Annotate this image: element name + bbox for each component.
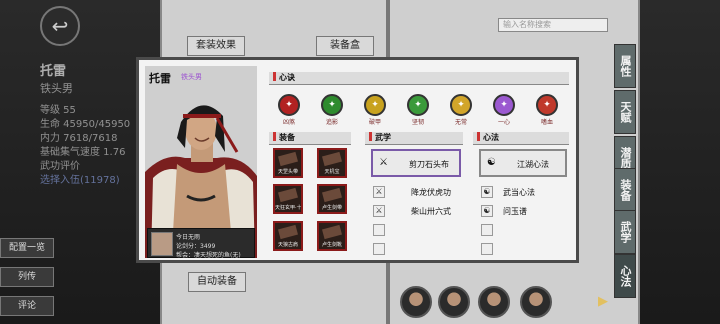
info-line-guild: 帮会：凄天想死的鱼(无) [176,252,241,258]
xinjue-label: 追影 [325,119,338,126]
bg-stat-hp: 生命 45950/45950 [40,119,131,130]
bg-stat-mp: 内力 7618/7618 [40,133,118,144]
equipment-slot[interactable]: 天狼古肩 [273,221,303,251]
equipment-slot[interactable]: 卢生剑带 [317,184,347,214]
xinfa-item[interactable]: 问玉谱 [503,206,527,217]
empty-slot[interactable] [373,224,385,236]
empty-slot[interactable] [481,224,493,236]
character-detail-modal: 托雷 铁头男 今日无雨 论剑分：3499 帮会：凄天想死的鱼(无) 心诀 ✦ 凶煞… [136,57,579,263]
gold-orb-icon: ✦ [364,94,386,116]
equipment-name: 天狼古肩 [277,242,298,248]
equipment-slot[interactable]: 天狂玄甲·十 [273,184,303,214]
empty-slot[interactable] [373,243,385,255]
auto-equip-button[interactable]: 自动装备 [188,272,246,292]
back-icon[interactable]: ↩ [40,6,80,46]
info-line-score: 论剑分：3499 [176,243,216,250]
sword-icon: ⚔ [373,186,385,198]
wuxue-item[interactable]: 柴山卅六式 [411,206,451,217]
equipment-name: 天狂玄甲·十 [275,205,301,211]
equipment-icon [278,224,298,240]
tab-talent[interactable]: 天赋 [614,90,636,134]
red-orb-icon: ✦ [536,94,558,116]
biography-button[interactable]: 列传 [0,267,54,287]
tab-mental[interactable]: 心法 [614,254,636,298]
yellow-orb-icon: ✦ [450,94,472,116]
xinjue-label: 一心 [497,119,510,126]
info-line-weather: 今日无雨 [176,234,201,241]
wuxue-item[interactable]: 降龙伏虎功 [411,187,451,198]
bg-stat-rating: 武功评价 [40,161,80,172]
party-avatar[interactable] [400,286,432,318]
equipment-name: 卢生剑带 [321,205,342,211]
xinfa-item[interactable]: 武当心法 [503,187,535,198]
meditation-icon: ☯ [481,186,493,198]
xinjue-item[interactable]: ✦ 凶煞 [275,94,303,128]
wind-orb-icon: ✦ [321,94,343,116]
chevron-right-icon[interactable]: ▶ [598,294,608,309]
xinjue-item[interactable]: ✦ 无常 [447,94,475,128]
party-avatar[interactable] [520,286,552,318]
xinjue-label: 嗜血 [540,119,553,126]
xinfa-main-name: 江湖心法 [517,160,549,169]
purple-orb-icon: ✦ [493,94,515,116]
avatar [151,232,173,256]
wuxue-main-name: 剪刀石头布 [409,160,449,169]
xinjue-item[interactable]: ✦ 坚韧 [404,94,432,128]
character-card: 托雷 铁头男 今日无雨 论剑分：3499 帮会：凄天想死的鱼(无) [145,66,257,258]
tab-equipment[interactable]: 装备 [614,168,636,212]
tab-martial[interactable]: 武学 [614,210,636,254]
equipment-name: 天机宝 [324,169,340,175]
bg-stat-enlist[interactable]: 选择入伍(11978) [40,171,120,186]
equipment-slot[interactable]: 卢生剑靴 [317,221,347,251]
xinjue-label: 破甲 [368,119,381,126]
equipment-name: 卢生剑靴 [321,242,342,248]
xinjue-item[interactable]: ✦ 嗜血 [533,94,561,128]
bg-stat-level: 等级 55 [40,105,76,116]
party-avatar[interactable] [478,286,510,318]
equipment-icon [322,187,342,203]
character-info-box: 今日无雨 论剑分：3499 帮会：凄天想死的鱼(无) [147,228,255,258]
section-header-equipment: 装备 [269,132,351,145]
character-title: 铁头男 [181,73,202,81]
xinjue-item[interactable]: ✦ 追影 [318,94,346,128]
green-orb-icon: ✦ [407,94,429,116]
equipment-icon [322,224,342,240]
sword-icon: ⚔ [379,157,388,168]
party-avatar[interactable] [438,286,470,318]
xinjue-label: 无常 [454,119,467,126]
equipment-icon [322,151,342,167]
bg-character-name: 托雷 [40,64,67,79]
xinjue-label: 凶煞 [282,119,295,126]
section-header-xinjue: 心诀 [269,72,569,85]
comment-button[interactable]: 评论 [0,296,54,316]
set-effect-button[interactable]: 套装效果 [187,36,245,56]
meditation-icon: ☯ [481,205,493,217]
config-overview-button[interactable]: 配置一览 [0,238,54,258]
equipment-icon [278,187,298,203]
blood-orb-icon: ✦ [278,94,300,116]
bg-character-title: 铁头男 [40,82,73,95]
character-name: 托雷 [149,72,171,85]
empty-slot[interactable] [481,243,493,255]
equip-box-button[interactable]: 装备盒 [316,36,374,56]
bg-stat-speed: 基础集气速度 1.76 [40,147,126,158]
tab-attributes[interactable]: 属性 [614,44,636,88]
xinjue-label: 坚韧 [411,119,424,126]
xinjue-item[interactable]: ✦ 一心 [490,94,518,128]
equipment-slot[interactable]: 天机宝 [317,148,347,178]
xinfa-main-slot[interactable]: ☯ 江湖心法 [479,149,567,177]
equipment-icon [278,151,298,167]
meditation-icon: ☯ [487,157,496,168]
sword-icon: ⚔ [373,205,385,217]
wuxue-main-slot[interactable]: ⚔ 剪刀石头布 [371,149,461,177]
equipment-slot[interactable]: 天罡头带 [273,148,303,178]
search-input[interactable]: 输入名称搜索 [498,18,608,32]
equipment-name: 天罡头带 [277,169,298,175]
section-header-xinfa: 心法 [473,132,569,145]
xinjue-item[interactable]: ✦ 破甲 [361,94,389,128]
section-header-wuxue: 武学 [365,132,463,145]
detail-panel: 心诀 ✦ 凶煞 ✦ 追影 ✦ 破甲 ✦ 坚韧 ✦ 无常 ✦ 一心 ✦ 嗜血 装备 武学 心法 … [263,66,575,260]
